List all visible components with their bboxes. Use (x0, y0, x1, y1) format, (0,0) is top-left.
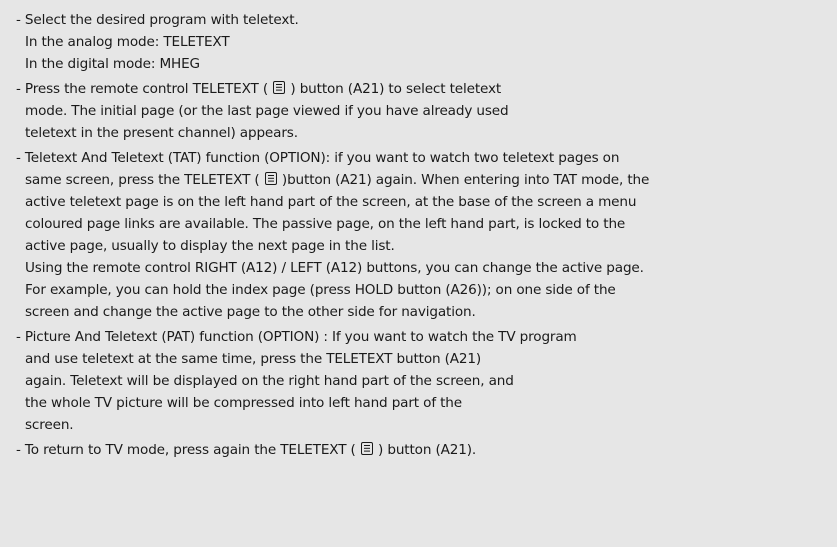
instruction-line: - Select the desired program with telete… (16, 12, 299, 28)
text-fragment: ) button (A21) to select teletext (290, 81, 502, 97)
instruction-pat-function: - Picture And Teletext (PAT) function (O… (16, 326, 827, 436)
text-fragment: same screen, press the TELETEXT ( (25, 172, 260, 188)
instruction-line: same screen, press the TELETEXT ( )butto… (16, 169, 827, 191)
instruction-line: - Teletext And Teletext (TAT) function (… (16, 150, 620, 166)
instruction-line: - Picture And Teletext (PAT) function (O… (16, 329, 577, 345)
instruction-line: mode. The initial page (or the last page… (25, 103, 509, 119)
instruction-line: - Press the remote control TELETEXT ( ) … (16, 78, 827, 100)
manual-page: - Select the desired program with telete… (0, 0, 837, 547)
instruction-line: For example, you can hold the index page… (25, 282, 616, 298)
text-fragment: ) button (A21). (378, 442, 477, 458)
instruction-line: active teletext page is on the left hand… (25, 194, 637, 210)
teletext-button-icon (273, 81, 286, 94)
instruction-line: teletext in the present channel) appears… (25, 125, 298, 141)
instruction-line: screen. (25, 417, 74, 433)
text-fragment: - Press the remote control TELETEXT ( (16, 81, 269, 97)
text-fragment: - To return to TV mode, press again the … (16, 442, 356, 458)
teletext-button-icon (264, 172, 277, 185)
instruction-line: In the digital mode: MHEG (25, 56, 200, 72)
instruction-line: screen and change the active page to the… (25, 304, 476, 320)
instruction-line: Using the remote control RIGHT (A12) / L… (25, 260, 644, 276)
instruction-teletext-mode: - Press the remote control TELETEXT ( ) … (16, 78, 827, 144)
instruction-line: - To return to TV mode, press again the … (16, 439, 827, 461)
text-fragment: )button (A21) again. When entering into … (281, 172, 650, 188)
instruction-line: In the analog mode: TELETEXT (25, 34, 230, 50)
instruction-line: active page, usually to display the next… (25, 238, 395, 254)
instruction-line: coloured page links are available. The p… (25, 216, 626, 232)
teletext-button-icon (360, 442, 373, 455)
instruction-tat-function: - Teletext And Teletext (TAT) function (… (16, 147, 827, 323)
instruction-line: and use teletext at the same time, press… (25, 351, 482, 367)
instruction-return-tv: - To return to TV mode, press again the … (16, 439, 827, 461)
instruction-line: again. Teletext will be displayed on the… (25, 373, 514, 389)
instruction-line: the whole TV picture will be compressed … (25, 395, 462, 411)
instruction-select-program: - Select the desired program with telete… (16, 9, 827, 75)
